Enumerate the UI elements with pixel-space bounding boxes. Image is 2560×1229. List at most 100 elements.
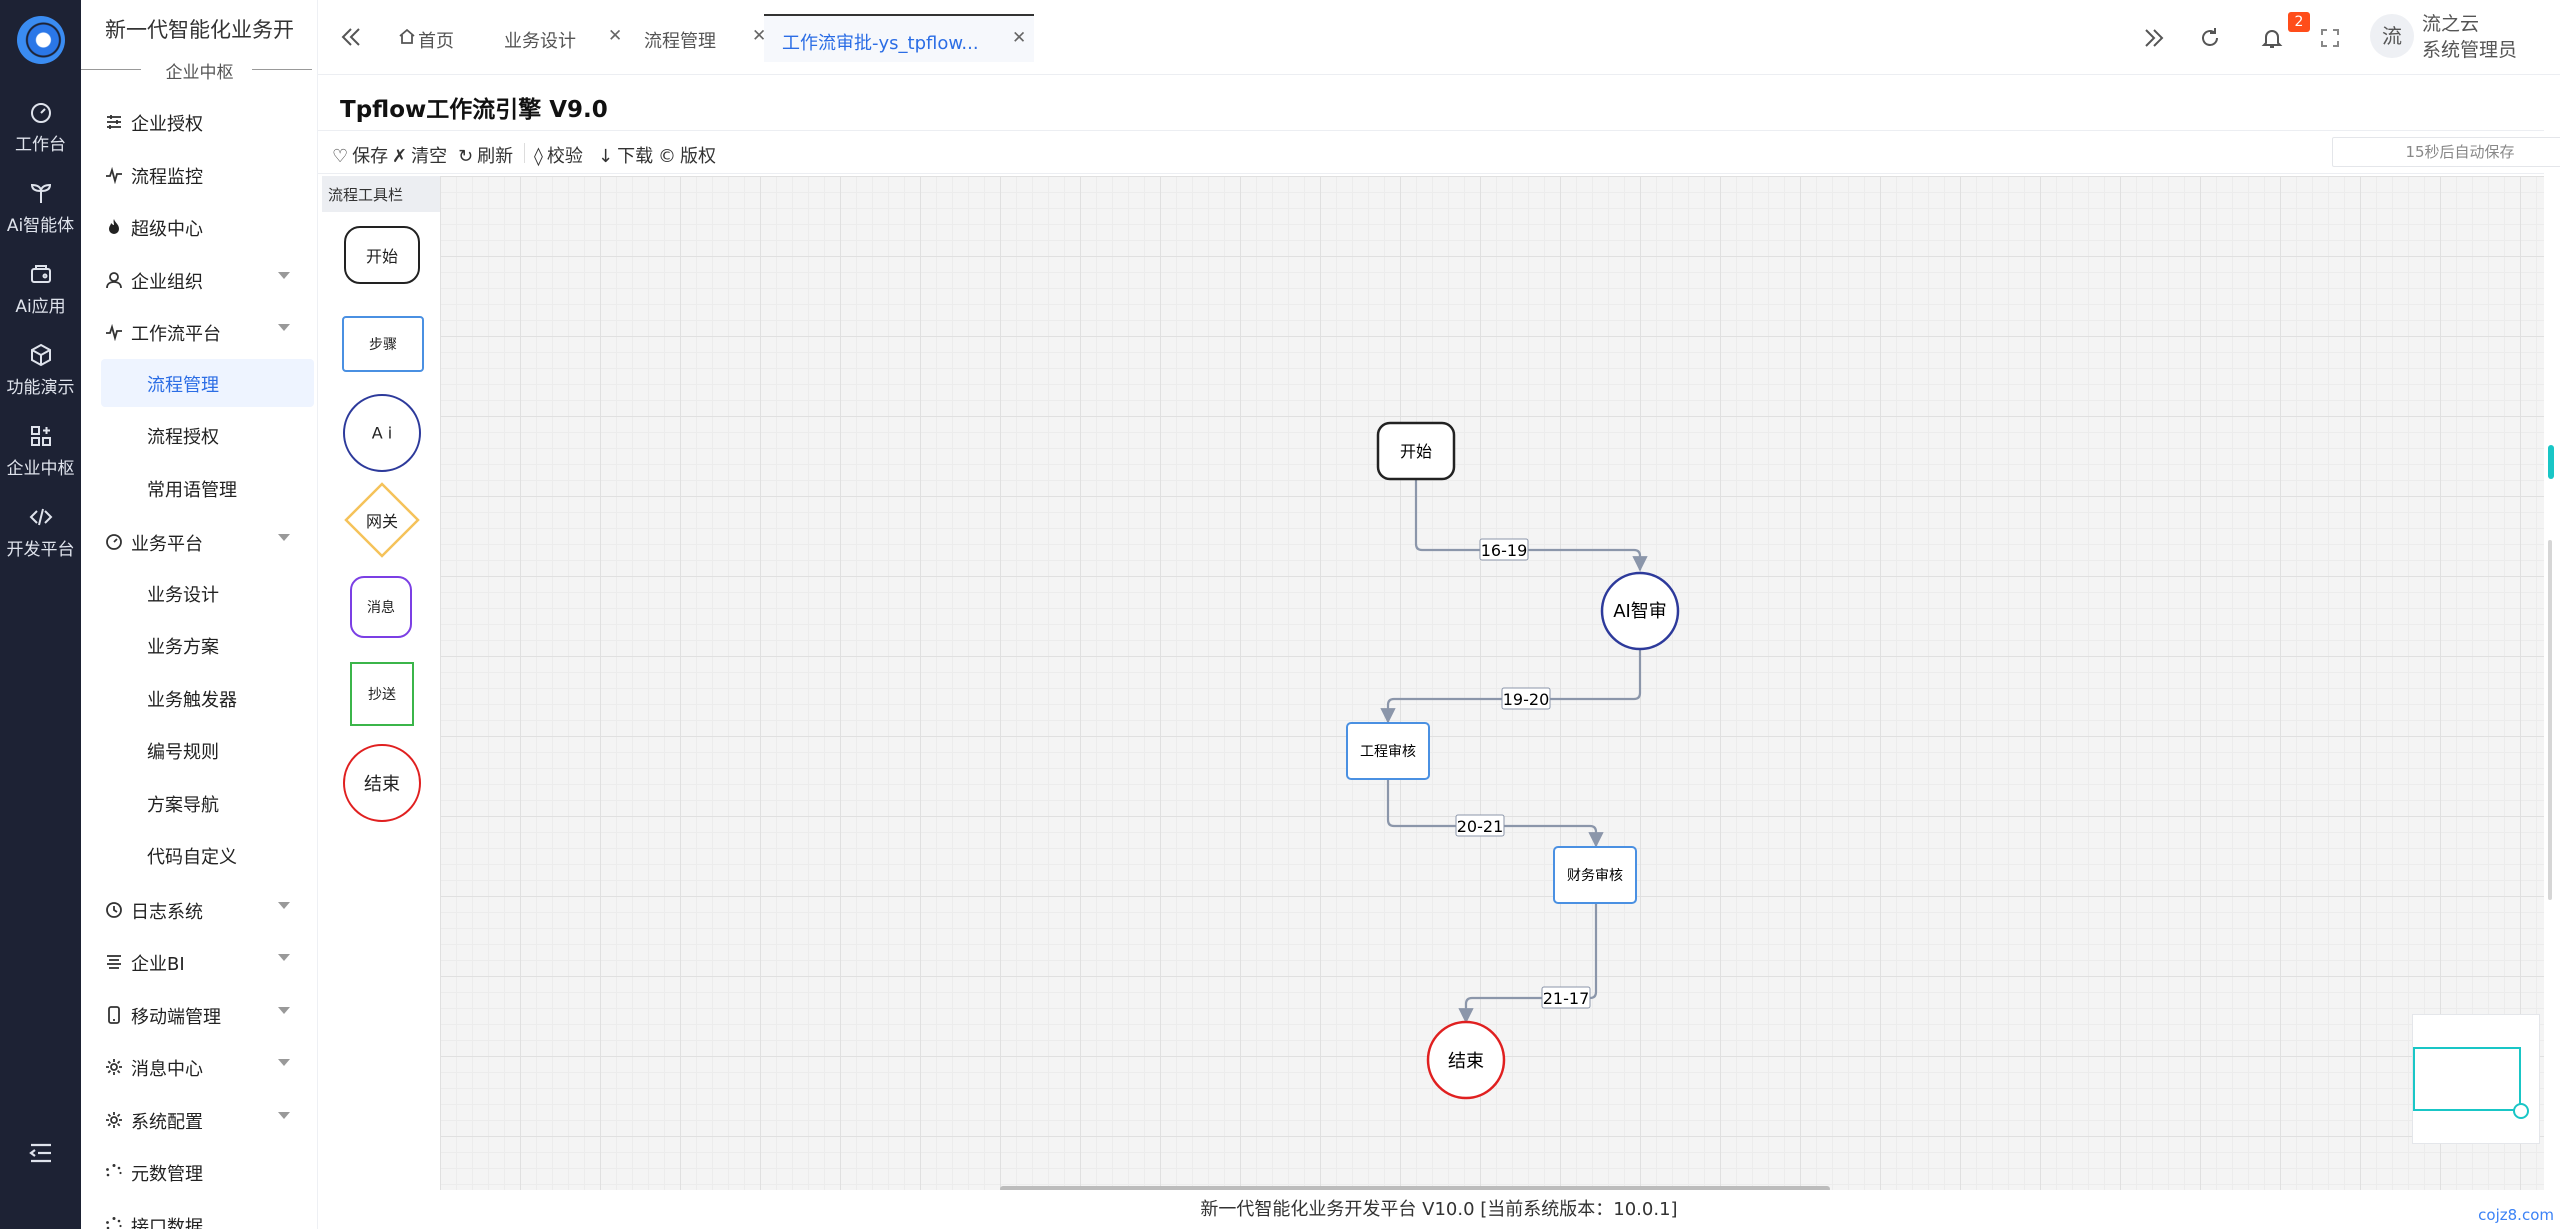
fullscreen-icon[interactable] [2318, 26, 2342, 50]
sidebar-item[interactable]: 企业授权 [81, 100, 317, 144]
rail-item-3[interactable]: 功能演示 [0, 327, 81, 407]
palette-start[interactable]: 开始 [344, 226, 420, 284]
copyright-button[interactable]: © 版权 [658, 142, 716, 168]
sidebar-item-label: 流程监控 [131, 166, 203, 188]
sidebar-item-label: 消息中心 [131, 1059, 203, 1080]
sidebar-item[interactable]: 企业BI [81, 940, 317, 984]
sidebar-item-label: 业务平台 [131, 534, 203, 555]
chevron-down-icon[interactable] [278, 271, 290, 279]
rail-item-0[interactable]: 工作台 [0, 84, 81, 164]
sidebar-item[interactable]: 系统配置 [81, 1098, 317, 1142]
rail-item-label: 工作台 [15, 135, 66, 155]
sidebar-item[interactable]: 超级中心 [81, 205, 317, 249]
gear-icon [105, 1111, 123, 1129]
sidebar-item[interactable]: 企业组织 [81, 258, 317, 302]
minimap-handle[interactable] [2513, 1103, 2529, 1119]
chevron-down-icon[interactable] [278, 1006, 290, 1014]
palette-ai[interactable]: A i [343, 394, 421, 472]
phone-icon [105, 1005, 123, 1024]
sidebar-subitem[interactable]: 流程授权 [101, 411, 314, 459]
palette-item-label: 步骤 [369, 337, 397, 353]
sidebar-item-label: 工作流平台 [131, 324, 221, 345]
rail-item-1[interactable]: Ai智能体 [0, 165, 81, 245]
rail-item-5[interactable]: 开发平台 [0, 489, 81, 569]
close-icon[interactable]: ✕ [1012, 28, 1026, 48]
gauge-icon [29, 100, 53, 124]
rail-item-4[interactable]: 企业中枢 [0, 408, 81, 488]
refresh-button[interactable]: ↻ 刷新 [458, 142, 513, 168]
sidebar-item-label: 企业授权 [131, 114, 203, 135]
flow-diagram[interactable]: 16-19 19-20 20-21 21-17 开始 AI智审 工程审核 财务审… [440, 176, 2544, 1190]
download-icon: ↓ [598, 146, 614, 167]
tab-label: 流程管理 [644, 31, 716, 52]
chevron-down-icon[interactable] [278, 324, 290, 331]
palette-item-label: 抄送 [368, 687, 396, 703]
palette-end[interactable]: 结束 [343, 744, 421, 822]
sidebar-item[interactable]: 移动端管理 [81, 993, 317, 1037]
canvas-minimap[interactable] [2412, 1014, 2540, 1144]
tab-1[interactable]: 业务设计 ✕ [504, 14, 624, 62]
sidebar-item[interactable]: 业务平台 [81, 520, 317, 564]
sidebar-subitem[interactable]: 业务方案 [101, 621, 314, 669]
sidebar-item[interactable]: 元数管理 [81, 1150, 317, 1194]
brand-title: 新一代智能化业务开 [105, 18, 294, 42]
chevron-down-icon[interactable] [278, 1111, 290, 1119]
save-button[interactable]: ♡ 保存 [332, 142, 388, 168]
user-icon [105, 271, 123, 289]
double-chevron-right-icon[interactable] [2142, 26, 2166, 50]
chevron-down-icon[interactable] [278, 954, 290, 961]
collapse-menu-icon[interactable] [28, 1140, 54, 1166]
minimap-viewport[interactable] [2413, 1047, 2521, 1111]
palette-item-label: 开始 [365, 247, 398, 266]
sidebar-subitem[interactable]: 编号规则 [101, 726, 314, 774]
sidebar-item[interactable]: 接口数据 [81, 1203, 317, 1229]
chevron-down-icon[interactable] [278, 534, 290, 541]
sidebar-subitem[interactable]: 常用语管理 [101, 464, 314, 512]
chevron-down-icon[interactable] [278, 901, 290, 909]
rail-item-2[interactable]: Ai应用 [0, 246, 81, 326]
sidebar-subitem[interactable]: 业务设计 [101, 569, 314, 617]
chevron-down-icon[interactable] [278, 1059, 290, 1066]
tab-0[interactable]: 首页 [399, 14, 470, 62]
download-button[interactable]: ↓ 下载 [598, 142, 653, 168]
validate-button[interactable]: ◊ 校验 [534, 142, 583, 168]
edge-label[interactable]: 21-17 [1543, 989, 1590, 1008]
flow-canvas[interactable]: 16-19 19-20 20-21 21-17 开始 AI智审 工程审核 财务审… [440, 176, 2544, 1190]
sidebar-item[interactable]: 日志系统 [81, 888, 317, 932]
tab-2[interactable]: 流程管理 ✕ [644, 14, 766, 62]
sidebar-subitem[interactable]: 流程管理 [101, 358, 314, 407]
collapse-sidebar-icon[interactable] [340, 26, 362, 48]
toolbar-button-label: 保存 [352, 146, 389, 167]
edge-label[interactable]: 20-21 [1457, 817, 1504, 836]
sidebar-item-label: 代码自定义 [147, 847, 237, 868]
palette-step[interactable]: 步骤 [342, 316, 424, 372]
sidebar-subitem[interactable]: 代码自定义 [101, 831, 314, 879]
bell-icon[interactable] [2260, 26, 2284, 50]
sidebar-item[interactable]: 工作流平台 [81, 310, 317, 354]
sidebar-item[interactable]: 消息中心 [81, 1045, 317, 1089]
toolbar-button-label: 刷新 [477, 146, 514, 167]
palette-cc[interactable]: 抄送 [350, 662, 414, 726]
wallet-icon [29, 262, 53, 286]
palette-message[interactable]: 消息 [350, 576, 412, 638]
clear-button[interactable]: ✗ 清空 [392, 142, 447, 168]
sidebar-subitem[interactable]: 业务触发器 [101, 674, 314, 722]
user-name[interactable]: 流之云 [2422, 12, 2479, 36]
edge-label[interactable]: 16-19 [1481, 541, 1528, 560]
vertical-scrollbar[interactable] [2548, 540, 2552, 900]
palette-item-label: 结束 [364, 774, 400, 795]
sliders-icon [105, 113, 123, 131]
tab-3[interactable]: 工作流审批-ys_tpflow... ✕ [764, 14, 1034, 62]
avatar[interactable]: 流 [2370, 14, 2414, 58]
tab-label: 业务设计 [504, 31, 576, 52]
reload-icon[interactable] [2198, 26, 2222, 50]
edge-label[interactable]: 19-20 [1503, 690, 1550, 709]
sidebar-subitem[interactable]: 方案导航 [101, 779, 314, 827]
sidebar-item-label: 移动端管理 [131, 1006, 221, 1028]
palette-gateway[interactable]: 网关 [344, 482, 420, 558]
close-icon[interactable]: ✕ [608, 26, 622, 46]
app-logo[interactable] [17, 16, 65, 64]
vertical-scroll-thumb[interactable] [2548, 445, 2554, 479]
sidebar-item[interactable]: 流程监控 [81, 153, 317, 197]
save-icon: ♡ [332, 146, 349, 167]
